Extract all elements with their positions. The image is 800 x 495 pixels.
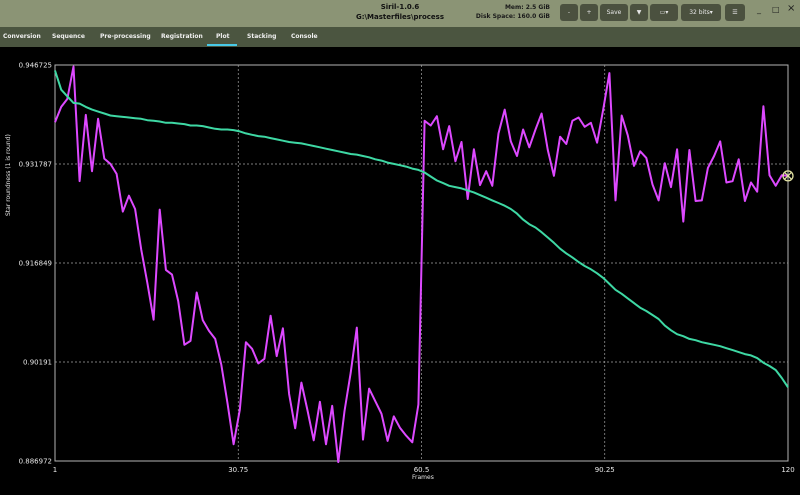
x-tick-label: 30.75 — [228, 466, 248, 474]
save-button[interactable]: Save — [600, 4, 628, 21]
x-tick-label: 90.25 — [595, 466, 615, 474]
plot-area[interactable]: 1 30.75 60.5 90.25 120 0.946725 0.931787 0.9168… — [0, 47, 800, 491]
maximize-button[interactable]: □ — [772, 5, 780, 14]
roundness-plot[interactable]: 1 30.75 60.5 90.25 120 0.946725 0.931787 0.9168… — [0, 47, 800, 491]
bit-depth-value: 32 bits — [689, 9, 710, 16]
active-tab-indicator — [207, 44, 237, 46]
histogram-icon[interactable]: ▼ — [630, 4, 648, 21]
x-tick-label: 120 — [781, 466, 794, 474]
bit-depth-dropdown[interactable]: 32 bits ▾ — [681, 4, 721, 21]
tab-console[interactable]: Console — [291, 33, 318, 40]
memory-status: Mem: 2.5 GiB — [504, 4, 550, 11]
tab-sequence[interactable]: Sequence — [52, 33, 85, 40]
zoom-out-button[interactable]: - — [560, 4, 578, 21]
title-bar: Siril-1.0.6 G:\Masterfiles\process Mem: … — [0, 0, 800, 27]
zoom-in-button[interactable]: + — [580, 4, 598, 21]
y-tick-label: 0.931787 — [19, 160, 52, 168]
x-axis-label: Frames — [412, 474, 434, 481]
tab-plot[interactable]: Plot — [216, 33, 229, 40]
x-tick-label: 60.5 — [414, 466, 430, 474]
disk-status: Disk Space: 160.0 GiB — [475, 13, 550, 20]
display-mode-dropdown[interactable]: ▭▾ — [650, 4, 678, 21]
tab-conversion[interactable]: Conversion — [3, 33, 41, 40]
tab-bar: Conversion Sequence Pre-processing Regis… — [0, 27, 800, 47]
x-tick-label: 1 — [53, 466, 57, 474]
y-tick-label: 0.886972 — [19, 458, 52, 466]
menu-icon[interactable]: ☰ — [725, 4, 745, 21]
y-tick-label: 0.916849 — [19, 259, 52, 267]
window-path: G:\Masterfiles\process — [355, 13, 445, 21]
tab-registration[interactable]: Registration — [161, 33, 203, 40]
close-button[interactable]: × — [787, 3, 795, 14]
y-axis-label: Star roundness (1 is round) — [5, 134, 12, 216]
window-title: Siril-1.0.6 — [380, 3, 420, 11]
tab-preprocessing[interactable]: Pre-processing — [100, 33, 151, 40]
tab-stacking[interactable]: Stacking — [247, 33, 276, 40]
minimize-button[interactable]: _ — [757, 5, 761, 14]
status-readout: Mem: 2.5 GiB Disk Space: 160.0 GiB — [476, 3, 550, 21]
y-tick-label: 0.90191 — [23, 359, 52, 367]
y-tick-label: 0.946725 — [19, 62, 52, 70]
